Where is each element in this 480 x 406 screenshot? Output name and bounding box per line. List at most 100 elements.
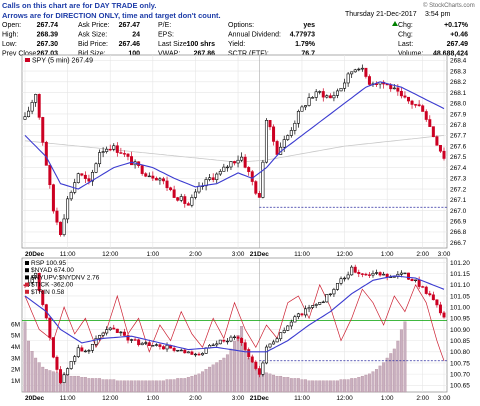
candle-body <box>215 173 219 181</box>
candle-body <box>328 293 332 296</box>
quote-value: 267.30 <box>37 41 59 48</box>
quote-value: 267.46 <box>119 41 141 48</box>
candle-body <box>250 356 254 363</box>
candle-body <box>186 203 190 206</box>
volume-bar <box>201 371 204 393</box>
candle-body <box>399 272 403 275</box>
volume-bar <box>275 375 279 393</box>
candle-body <box>158 344 162 347</box>
candle-body <box>30 102 34 112</box>
y-tick-label: 100.70 <box>450 371 470 378</box>
volume-bar <box>357 377 361 393</box>
candle-body <box>275 338 279 343</box>
candle-body <box>307 307 311 310</box>
candle-body <box>279 332 283 340</box>
volume-bar <box>176 378 180 393</box>
candle-body <box>296 313 300 318</box>
candle-body <box>350 266 354 276</box>
volume-bar <box>197 373 201 393</box>
volume-bar <box>48 370 52 393</box>
candle-body <box>332 95 336 99</box>
candle-body <box>90 343 94 351</box>
candle-body <box>218 339 222 345</box>
quote-value: 4.77973 <box>290 32 315 39</box>
y-tick-label: 101.10 <box>450 282 470 289</box>
x-tick-label: 11:00 <box>294 251 310 258</box>
candle-body <box>98 335 102 339</box>
volume-bar <box>222 357 226 393</box>
volume-bar <box>314 380 318 393</box>
y-tick-label: 267.5 <box>450 154 467 161</box>
candle-body <box>193 353 197 356</box>
summary-label: Chg: <box>398 32 413 39</box>
volume-bar <box>91 378 94 393</box>
candle-body <box>208 177 212 180</box>
volume-bar <box>101 379 105 393</box>
candle-body <box>421 286 425 288</box>
candle-body <box>428 293 432 296</box>
candle-body <box>410 279 414 282</box>
candle-body <box>353 266 357 273</box>
volume-bar <box>382 362 386 393</box>
candle-body <box>179 349 183 352</box>
candle-body <box>438 144 442 152</box>
x-tick-label: 1:00 <box>381 251 394 258</box>
candle-body <box>101 332 105 336</box>
x-tick-label: 20Dec <box>25 251 45 258</box>
volume-bar <box>339 379 343 393</box>
candle-body <box>23 116 27 120</box>
candle-body <box>403 95 407 98</box>
candle-body <box>414 279 418 282</box>
candle-body <box>325 294 329 303</box>
y-tick-label: 267.9 <box>450 111 467 118</box>
candle-body <box>371 272 375 276</box>
volume-bar <box>218 360 222 393</box>
candle-body <box>304 308 308 316</box>
volume-bar <box>318 380 322 393</box>
y-tick-label: 268.1 <box>450 90 467 97</box>
x-tick-label: 11:00 <box>60 395 76 402</box>
volume-bar <box>293 378 297 393</box>
candle-body <box>147 342 151 346</box>
candle-body <box>367 274 371 276</box>
x-tick-label: 11:00 <box>294 395 310 402</box>
candle-body <box>328 95 332 99</box>
legend-swatch <box>25 268 29 273</box>
volume-bar <box>37 362 41 393</box>
candle-body <box>137 339 141 346</box>
candle-body <box>161 178 165 182</box>
candle-body <box>172 189 176 198</box>
volume-tick-label: 1M <box>11 378 20 385</box>
candle-body <box>222 339 226 342</box>
volume-bar <box>108 379 112 393</box>
y-tick-label: 100.85 <box>450 338 470 345</box>
volume-bar <box>154 380 158 393</box>
candle-body <box>406 272 410 280</box>
y-tick-label: 266.9 <box>450 218 467 225</box>
header-date: Thursday 21-Dec-2017 <box>345 11 417 18</box>
volume-bar <box>69 375 73 393</box>
candle-body <box>183 349 187 354</box>
volume-bar <box>268 373 272 393</box>
quote-label: Yield: <box>228 41 245 48</box>
volume-bar <box>34 357 38 393</box>
y-tick-label: 268.2 <box>450 79 467 86</box>
candle-body <box>442 150 446 159</box>
candle-body <box>321 91 325 98</box>
candle-body <box>314 304 318 306</box>
candle-body <box>403 272 407 275</box>
x-tick-label: 1:00 <box>147 251 160 258</box>
candle-body <box>108 327 112 330</box>
candle-body <box>414 104 418 106</box>
volume-bar <box>240 326 244 393</box>
x-tick-label: 12:00 <box>102 395 119 402</box>
volume-bar <box>389 353 393 393</box>
price-panel: 266.7 266.8 266.9 267.0 267.1 267.2 267.3 267.4… <box>21 54 467 258</box>
candle-body <box>62 218 66 236</box>
volume-bar <box>233 340 236 393</box>
candle-body <box>300 106 304 112</box>
volume-bar <box>272 374 276 393</box>
candle-body <box>247 167 251 172</box>
volume-bar <box>378 365 382 393</box>
candle-body <box>179 196 183 201</box>
